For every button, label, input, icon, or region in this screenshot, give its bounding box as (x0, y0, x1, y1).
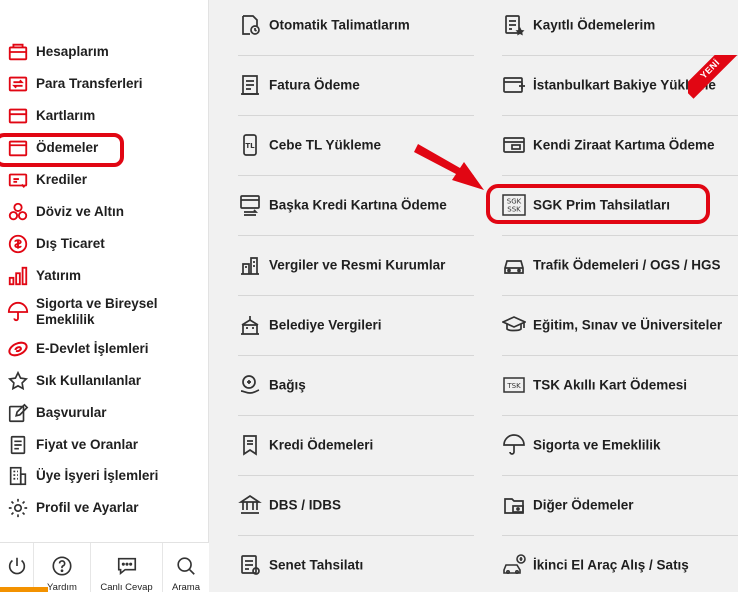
sidebar-item-basvurular[interactable]: Başvurular (0, 401, 209, 425)
bar-chart-icon (6, 264, 30, 288)
sidebar-item-sik-kullanilanlar[interactable]: Sık Kullanılanlar (0, 369, 209, 393)
sidebar-item-label: Profil ve Ayarlar (36, 500, 139, 515)
sidebar-item-label: Sık Kullanılanlar (36, 373, 142, 388)
sidebar-item-label: Fiyat ve Oranlar (36, 437, 139, 452)
card-icon (6, 104, 30, 128)
graduation-cap-icon (500, 313, 528, 337)
tsk-card-icon: TSK (502, 373, 526, 397)
card-transfer-icon (238, 193, 262, 217)
help-button[interactable]: Yardım (34, 543, 91, 592)
transfer-icon (6, 72, 30, 96)
menu-item-vergiler-resmi-kurumlar[interactable]: Vergiler ve Resmi Kurumlar (238, 235, 478, 295)
help-icon (52, 556, 72, 576)
menu-item-dbs-idbs[interactable]: DBS / IDBS (238, 475, 478, 535)
bottom-bar: Yardım Canlı Cevap Arama (0, 542, 209, 592)
power-icon (8, 557, 25, 575)
donation-icon (238, 373, 262, 397)
sidebar-item-uye-isyeri[interactable]: Üye İşyeri İşlemleri (0, 464, 209, 488)
sidebar-item-label: Krediler (36, 172, 88, 187)
sidebar-item-label: Üye İşyeri İşlemleri (36, 468, 159, 483)
umbrella-icon (6, 300, 30, 324)
menu-item-egitim-sinav[interactable]: Eğitim, Sınav ve Üniversiteler (500, 295, 738, 355)
sidebar-item-label: Para Transferleri (36, 76, 143, 91)
menu-item-kendi-ziraat-karti[interactable]: Kendi Ziraat Kartıma Ödeme (502, 115, 738, 175)
active-indicator (0, 587, 48, 592)
second-hand-car-icon (502, 553, 526, 577)
menu-item-kayitli-odemeler[interactable]: Kayıtlı Ödemelerim (502, 0, 738, 55)
search-icon (177, 557, 195, 575)
invoice-icon (238, 73, 262, 97)
sidebar-item-label: Sigorta ve Bireysel Emeklilik (36, 296, 158, 327)
sidebar-item-krediler[interactable]: Krediler (0, 171, 209, 189)
menu-item-ikinci-el-arac[interactable]: İkinci El Araç Alış / Satış (502, 535, 738, 592)
sidebar-item-yatirim[interactable]: Yatırım (0, 264, 209, 288)
svg-text:TSK: TSK (506, 382, 521, 390)
sidebar: Hesaplarım Para Transferleri Kartlarım Ö… (0, 0, 209, 592)
menu-item-diger-odemeler[interactable]: Diğer Ödemeler (502, 475, 738, 535)
saved-payments-icon (502, 13, 526, 37)
sidebar-item-para-transferleri[interactable]: Para Transferleri (0, 75, 209, 93)
menu-item-fatura-odeme[interactable]: Fatura Ödeme (238, 55, 478, 115)
sidebar-item-label: E-Devlet İşlemleri (36, 341, 149, 356)
sidebar-item-e-devlet[interactable]: E-Devlet İşlemleri (0, 340, 209, 358)
coins-icon (6, 200, 30, 224)
sidebar-item-sigorta-bireysel-emeklilik[interactable]: Sigorta ve Bireysel Emeklilik (0, 296, 209, 328)
menu-item-bagis[interactable]: Bağış (238, 355, 478, 415)
sidebar-item-doviz-altin[interactable]: Döviz ve Altın (0, 200, 209, 224)
chat-icon (117, 557, 136, 576)
sidebar-item-kartlarim[interactable]: Kartlarım (0, 107, 209, 125)
auto-instruction-icon (238, 13, 262, 37)
live-chat-button[interactable]: Canlı Cevap (91, 543, 163, 592)
car-icon (502, 253, 526, 277)
menu-item-senet-tahsilati[interactable]: Senet Tahsilatı (238, 535, 478, 592)
menu-item-belediye-vergileri[interactable]: Belediye Vergileri (238, 295, 478, 355)
tax-building-icon (238, 253, 262, 277)
loan-icon (6, 168, 30, 192)
building-icon (6, 464, 30, 488)
menu-item-tsk-akilli-kart[interactable]: TSK TSK Akıllı Kart Ödemesi (502, 355, 738, 415)
sidebar-item-label: Başvurular (36, 405, 107, 420)
search-button[interactable]: Arama (163, 543, 209, 592)
active-item-highlight (0, 133, 124, 167)
menu-item-kredi-odemeleri[interactable]: Kredi Ödemeleri (238, 415, 478, 475)
menu-item-trafik-ogs-hgs[interactable]: Trafik Ödemeleri / OGS / HGS (502, 235, 738, 295)
sidebar-item-fiyat-oranlar[interactable]: Fiyat ve Oranlar (0, 433, 209, 457)
edit-icon (6, 401, 30, 425)
loan-payment-icon (238, 433, 262, 457)
other-payments-icon (502, 493, 526, 517)
logout-button[interactable] (0, 543, 34, 592)
sidebar-item-label: Dış Ticaret (36, 236, 105, 251)
bond-icon (238, 553, 262, 577)
star-icon (6, 369, 30, 393)
svg-text:TL: TL (245, 142, 255, 150)
new-badge: YENİ (688, 55, 738, 109)
edevlet-icon (6, 337, 30, 361)
sidebar-item-label: Kartlarım (36, 108, 96, 123)
istanbulkart-icon (502, 73, 526, 97)
menu-item-otomatik-talimatlar[interactable]: Otomatik Talimatlarım (238, 0, 478, 55)
pointer-arrow-icon (414, 144, 484, 190)
sidebar-item-hesaplarim[interactable]: Hesaplarım (0, 43, 209, 61)
umbrella-icon (502, 433, 526, 457)
globe-money-icon (6, 232, 30, 256)
sidebar-item-label: Yatırım (36, 268, 82, 283)
wallet-icon (6, 40, 30, 64)
gear-icon (6, 496, 30, 520)
sidebar-item-dis-ticaret[interactable]: Dış Ticaret (0, 232, 209, 256)
sidebar-item-profil-ayarlar[interactable]: Profil ve Ayarlar (0, 496, 209, 520)
sidebar-item-label: Döviz ve Altın (36, 204, 125, 219)
document-icon (6, 433, 30, 457)
own-card-icon (502, 133, 526, 157)
sidebar-item-label: Hesaplarım (36, 44, 109, 59)
phone-tl-icon: TL (238, 133, 262, 157)
municipality-icon (238, 313, 262, 337)
dbs-icon (238, 493, 262, 517)
menu-item-sigorta-emeklilik[interactable]: Sigorta ve Emeklilik (502, 415, 738, 475)
sgk-highlight (486, 184, 710, 224)
